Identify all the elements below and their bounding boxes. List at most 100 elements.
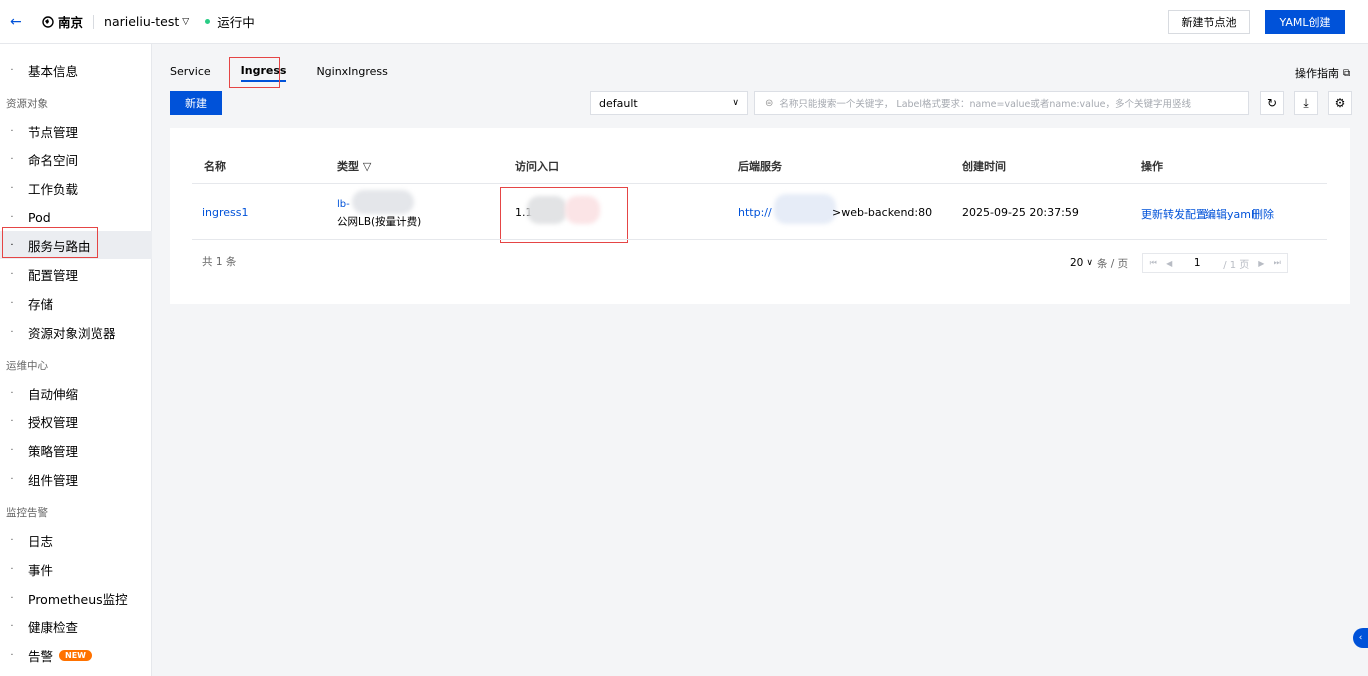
col-header-type[interactable]: 类型 ▽ (337, 158, 371, 174)
refresh-icon: ↻ (1266, 96, 1278, 110)
backend-service: >web-backend:80 (832, 206, 933, 219)
sidebar-item-prometheus[interactable]: · Prometheus监控 (0, 584, 152, 612)
lb-id-link[interactable]: lb- (337, 199, 350, 210)
bullet-icon: · (10, 649, 14, 661)
last-page-icon[interactable]: ⏭ (1269, 258, 1285, 268)
backend-link-prefix[interactable]: http:// (738, 206, 772, 219)
cluster-selector[interactable]: narieliu-test ▽ (104, 14, 189, 29)
created-time: 2025-09-25 20:37:59 (962, 206, 1079, 219)
sidebar-item-label: 事件 (28, 562, 54, 578)
bullet-icon: · (10, 563, 14, 575)
sidebar-item-label: 日志 (28, 533, 54, 549)
tab-nginxingress[interactable]: NginxIngress (316, 60, 387, 82)
search-input[interactable]: ⊜ 名称只能搜索一个关键字， Label格式要求：name=value或者nam… (754, 91, 1249, 115)
refresh-button[interactable]: ↻ (1260, 91, 1284, 115)
page-input[interactable]: 1 (1177, 257, 1217, 269)
sidebar-item-label: Prometheus监控 (28, 591, 128, 607)
sidebar-item-policy[interactable]: · 策略管理 (0, 436, 152, 464)
ingress-name-link[interactable]: ingress1 (202, 206, 249, 219)
sidebar-item-config[interactable]: · 配置管理 (0, 260, 152, 288)
chevron-down-icon: ∨ (732, 98, 739, 108)
collapse-panel-button[interactable]: ‹ (1353, 628, 1368, 648)
sidebar-item-alerts[interactable]: · 告警 NEW (0, 641, 152, 669)
guide-label: 操作指南 (1295, 67, 1339, 80)
filter-icon[interactable]: ▽ (363, 160, 371, 173)
delete-link[interactable]: 删除 (1252, 206, 1274, 222)
create-ingress-button[interactable]: 新建 (170, 91, 222, 115)
sidebar-item-logs[interactable]: · 日志 (0, 526, 152, 554)
ingress-table: 名称 类型 ▽ 访问入口 后端服务 创建时间 操作 ingress1 lb- 公… (170, 128, 1350, 304)
first-page-icon[interactable]: ⏮ (1145, 258, 1161, 268)
tab-highlight-box (229, 57, 280, 88)
col-header-created: 创建时间 (962, 160, 1006, 173)
sidebar-item-resource-browser[interactable]: · 资源对象浏览器 (0, 318, 152, 346)
sidebar-item-label: 存储 (28, 296, 54, 312)
total-count: 共 1 条 (202, 256, 237, 268)
gear-icon: ⚙ (1334, 96, 1346, 110)
status-label: 运行中 (217, 15, 255, 30)
bullet-icon: · (10, 153, 14, 165)
region-label: 南京 (58, 15, 84, 30)
sidebar-item-authorization[interactable]: · 授权管理 (0, 407, 152, 435)
sidebar-item-label: Pod (28, 209, 51, 225)
sidebar-item-nodes[interactable]: · 节点管理 (0, 117, 152, 145)
prev-page-icon[interactable]: ◀ (1161, 259, 1177, 268)
page-size-value: 20 (1070, 257, 1084, 269)
next-page-icon[interactable]: ▶ (1253, 259, 1269, 268)
bullet-icon: · (10, 415, 14, 427)
sidebar-item-label: 策略管理 (28, 443, 79, 459)
sidebar-item-label: 告警 (28, 648, 54, 664)
bullet-icon: · (10, 268, 14, 280)
sidebar-item-autoscaling[interactable]: · 自动伸缩 (0, 379, 152, 407)
sidebar-item-workloads[interactable]: · 工作负载 (0, 174, 152, 202)
page-size-select[interactable]: 20 ∨ (1070, 257, 1093, 269)
bullet-icon: · (10, 592, 14, 604)
namespace-select[interactable]: default ∨ (590, 91, 748, 115)
sidebar-item-label: 自动伸缩 (28, 386, 79, 402)
chevron-down-icon: ∨ (1086, 258, 1093, 268)
settings-button[interactable]: ⚙ (1328, 91, 1352, 115)
sidebar-item-health-check[interactable]: · 健康检查 (0, 612, 152, 640)
resource-tabs: Service Ingress NginxIngress (170, 60, 418, 86)
redacted-backend (774, 194, 836, 224)
tab-service[interactable]: Service (170, 60, 211, 82)
operation-guide-link[interactable]: 操作指南 ⧉ (1295, 65, 1350, 81)
bullet-icon: · (10, 444, 14, 456)
col-header-access: 访问入口 (515, 160, 559, 173)
region-selector[interactable]: 南京 (42, 12, 83, 31)
sidebar-item-label: 节点管理 (28, 124, 79, 140)
sidebar-item-label: 基本信息 (28, 63, 79, 79)
redacted-lb-id (352, 190, 414, 214)
access-highlight-box (500, 187, 628, 243)
edit-yaml-link[interactable]: 编辑yaml (1205, 206, 1254, 222)
lb-type-desc: 公网LB(按量计费) (337, 216, 422, 228)
col-header-actions: 操作 (1141, 160, 1163, 173)
sidebar-item-addons[interactable]: · 组件管理 (0, 465, 152, 493)
update-forwarding-link[interactable]: 更新转发配置 (1141, 206, 1207, 222)
sidebar-item-namespaces[interactable]: · 命名空间 (0, 145, 152, 173)
sidebar-item-basic-info[interactable]: · 基本信息 (0, 56, 152, 84)
yaml-create-button[interactable]: YAML创建 (1265, 10, 1345, 34)
namespace-value: default (599, 96, 638, 110)
back-arrow-icon[interactable]: ← (10, 14, 24, 30)
new-node-pool-button[interactable]: 新建节点池 (1168, 10, 1250, 34)
bullet-icon: · (10, 326, 14, 338)
sidebar-item-label: 资源对象浏览器 (28, 325, 116, 341)
col-header-name: 名称 (204, 160, 226, 173)
sidebar: · 基本信息 资源对象 · 节点管理 · 命名空间 · 工作负载 · Pod · 服务与路由… (0, 44, 152, 676)
download-button[interactable]: ⤓ (1294, 91, 1318, 115)
bullet-icon: · (10, 534, 14, 546)
chevron-down-icon: ▽ (182, 16, 190, 27)
bullet-icon: · (10, 211, 14, 223)
bullet-icon: · (10, 473, 14, 485)
sidebar-item-events[interactable]: · 事件 (0, 555, 152, 583)
page-total: / 1 页 (1223, 259, 1250, 271)
pagination: 20 ∨ 条 / 页 ⏮ ◀ 1 / 1 页 ▶ ⏭ (1070, 253, 1289, 273)
bullet-icon: · (10, 387, 14, 399)
sidebar-item-storage[interactable]: · 存储 (0, 289, 152, 317)
sidebar-item-label: 配置管理 (28, 267, 79, 283)
row-divider (192, 239, 1327, 240)
col-header-backend: 后端服务 (738, 160, 782, 173)
chevron-left-icon: ‹ (1358, 633, 1363, 643)
bullet-icon: · (10, 125, 14, 137)
